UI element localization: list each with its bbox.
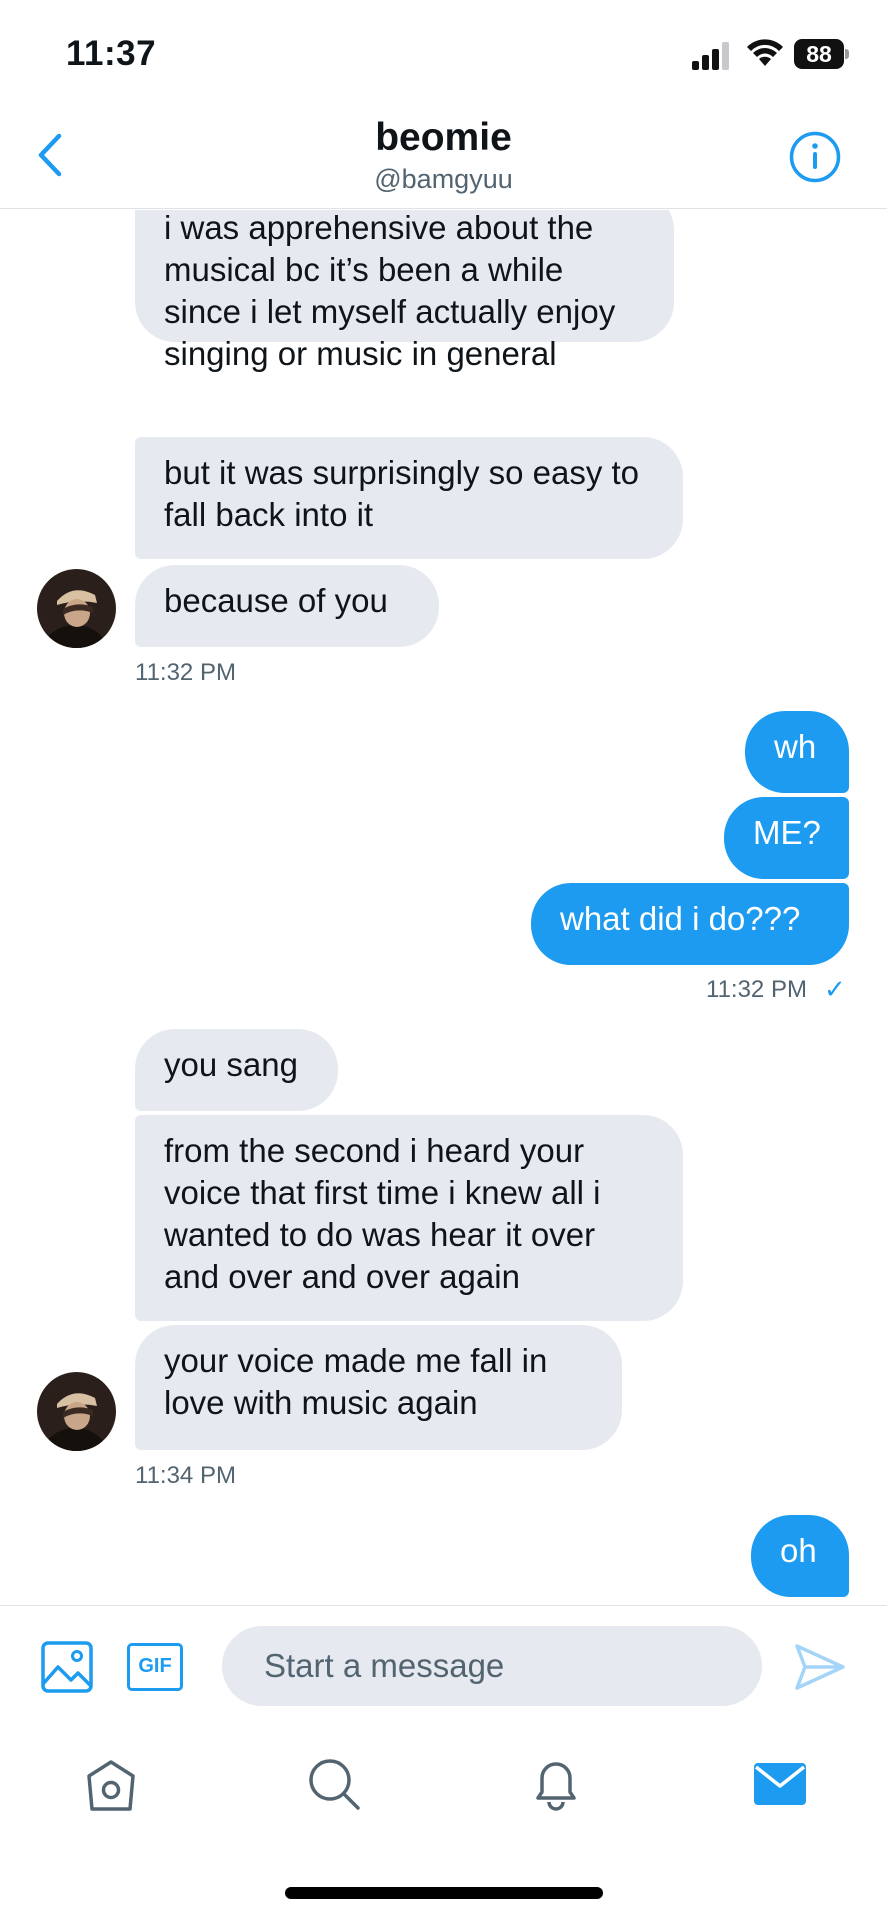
avatar-image <box>37 1372 116 1451</box>
wifi-icon <box>747 39 783 66</box>
message-timestamp: 11:32 PM <box>135 659 236 686</box>
send-icon[interactable] <box>793 1642 847 1692</box>
outgoing-message[interactable]: wh <box>745 711 849 793</box>
avatar-image <box>37 569 116 648</box>
message-composer: GIF <box>0 1605 887 1730</box>
contact-name[interactable]: beomie <box>0 116 887 160</box>
cellular-signal-icon <box>692 42 729 70</box>
bell-icon[interactable] <box>526 1754 586 1814</box>
message-input[interactable] <box>222 1626 762 1706</box>
incoming-message[interactable]: because of you <box>135 565 439 647</box>
conversation-header: beomie @bamgyuu <box>0 100 887 209</box>
incoming-message[interactable]: your voice made me fall in love with mus… <box>135 1325 622 1450</box>
search-icon[interactable] <box>304 1754 364 1814</box>
status-bar: 11:37 88 <box>0 0 887 100</box>
info-icon[interactable] <box>788 130 842 184</box>
home-icon[interactable] <box>81 1754 141 1814</box>
incoming-message[interactable]: i was apprehensive about the musical bc … <box>135 210 674 372</box>
battery-icon: 88 <box>794 39 849 69</box>
outgoing-message[interactable]: ME? <box>724 797 849 879</box>
incoming-message[interactable]: from the second i heard your voice that … <box>135 1115 683 1321</box>
status-time: 11:37 <box>66 34 157 73</box>
gif-icon[interactable]: GIF <box>127 1643 183 1691</box>
outgoing-message[interactable]: oh <box>751 1515 849 1597</box>
read-checkmark-icon: ✓ <box>824 974 846 1004</box>
outgoing-message[interactable]: what did i do??? <box>531 883 849 965</box>
home-indicator <box>285 1887 603 1899</box>
message-timestamp: 11:32 PM <box>706 976 807 1003</box>
avatar[interactable] <box>37 569 116 648</box>
contact-handle[interactable]: @bamgyuu <box>0 164 887 195</box>
incoming-message[interactable]: you sang <box>135 1029 338 1111</box>
battery-level: 88 <box>794 39 844 69</box>
message-timestamp: 11:34 PM <box>135 1462 236 1489</box>
incoming-message[interactable]: but it was surprisingly so easy to fall … <box>135 437 683 559</box>
message-list[interactable]: i was apprehensive about the musical bc … <box>0 210 887 1605</box>
avatar[interactable] <box>37 1372 116 1451</box>
image-icon[interactable] <box>40 1640 94 1694</box>
mail-icon[interactable] <box>750 1754 810 1814</box>
